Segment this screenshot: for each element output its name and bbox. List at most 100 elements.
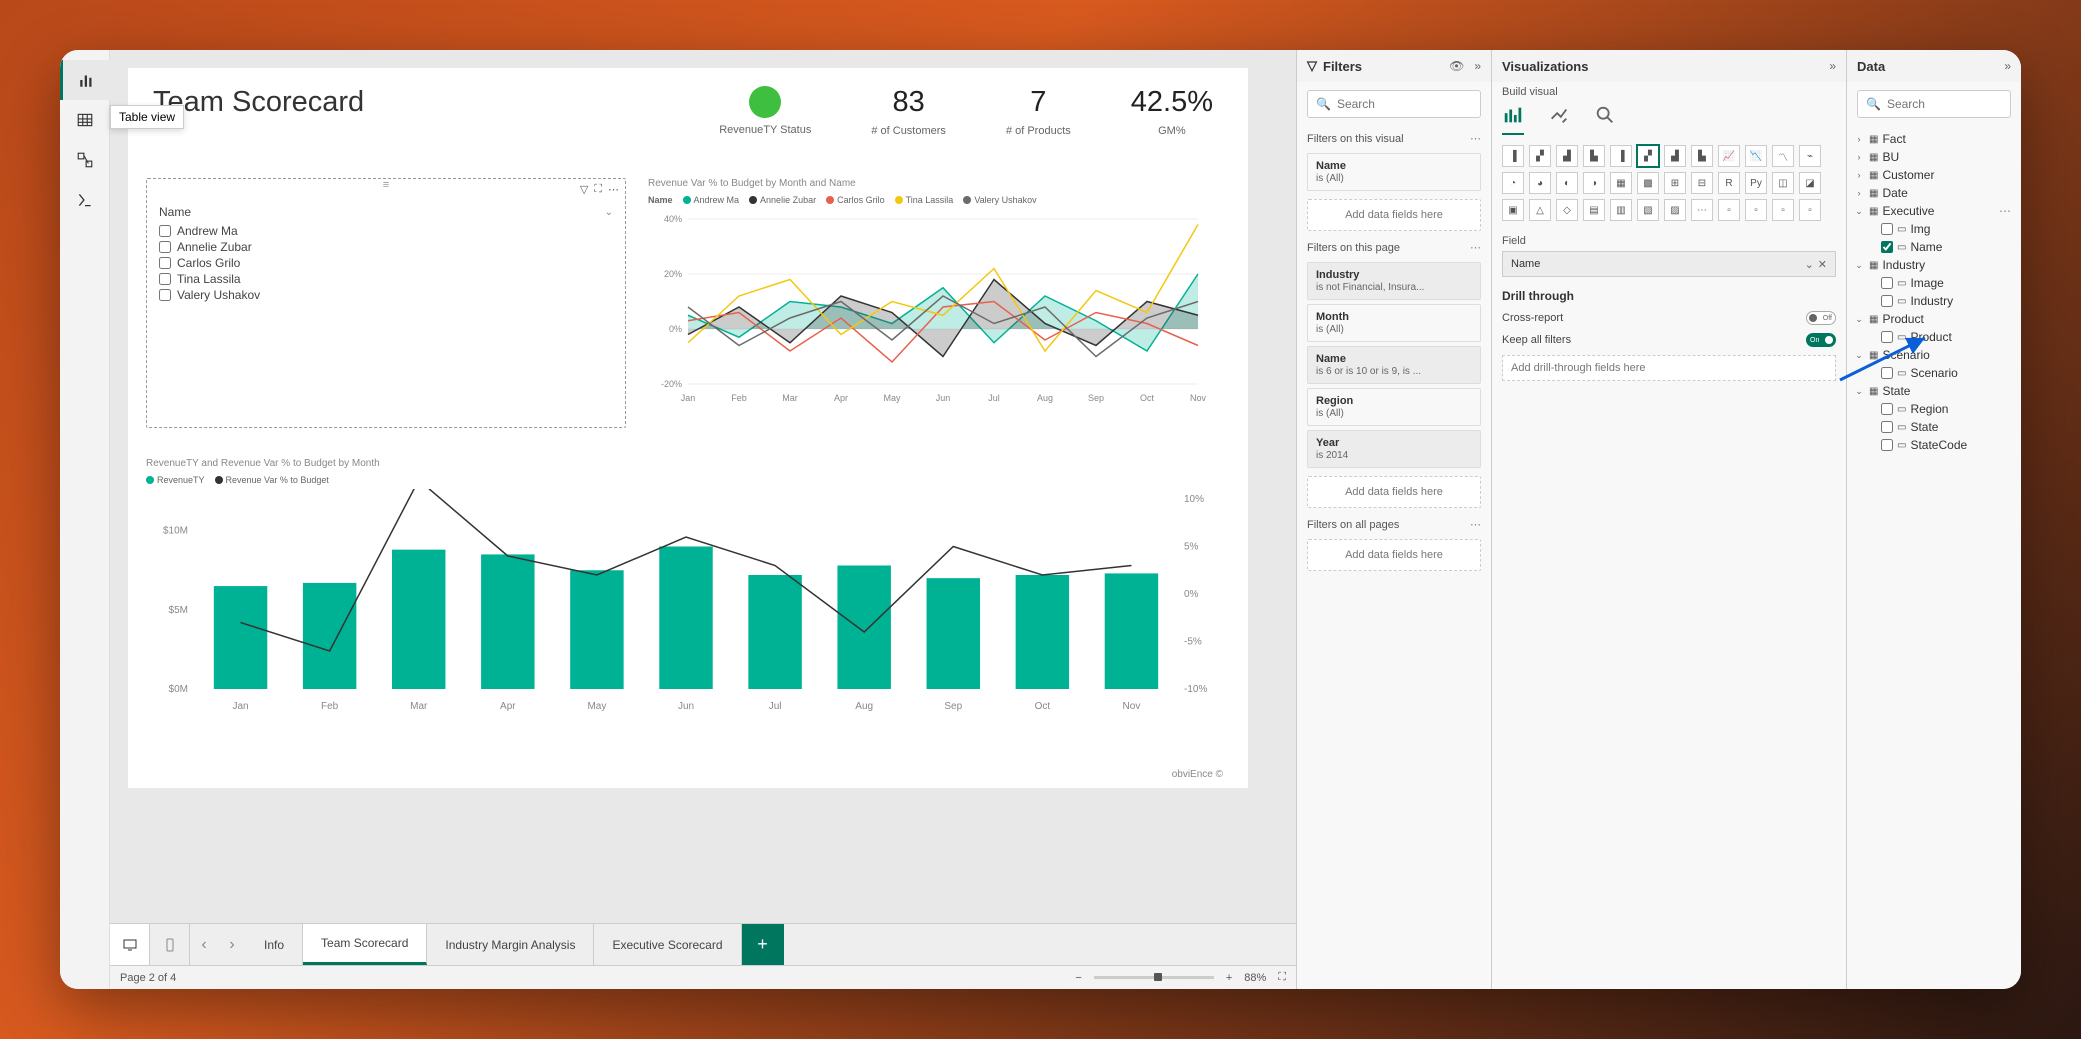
tab-info[interactable]: Info — [246, 924, 303, 965]
viz-type-tile[interactable]: ▫ — [1745, 199, 1767, 221]
field-region[interactable]: ▭Region — [1853, 400, 2015, 418]
field-image[interactable]: ▭Image — [1853, 274, 2015, 292]
viz-type-tile[interactable]: ▙ — [1691, 145, 1713, 167]
viz-type-tile[interactable]: ▧ — [1637, 199, 1659, 221]
table-product[interactable]: ⌄▦Product — [1853, 310, 2015, 328]
filter-card[interactable]: Nameis 6 or is 10 or is 9, is ... — [1307, 346, 1481, 384]
dots-icon[interactable]: ⋯ — [1470, 518, 1481, 531]
viz-type-tile[interactable]: ▤ — [1583, 199, 1605, 221]
field-statecode[interactable]: ▭StateCode — [1853, 436, 2015, 454]
slicer-item[interactable]: Carlos Grilo — [159, 255, 613, 271]
report-view-button[interactable] — [60, 60, 110, 100]
viz-type-tile[interactable]: ▐ — [1610, 145, 1632, 167]
revenue-var-line-chart[interactable]: Revenue Var % to Budget by Month and Nam… — [648, 178, 1228, 428]
field-scenario[interactable]: ▭Scenario — [1853, 364, 2015, 382]
slicer-item[interactable]: Valery Ushakov — [159, 287, 613, 303]
viz-type-tile[interactable]: ⌁ — [1799, 145, 1821, 167]
viz-type-tile[interactable]: ▥ — [1610, 199, 1632, 221]
format-visual-tab[interactable] — [1548, 104, 1570, 135]
dots-icon[interactable]: ⋯ — [1470, 241, 1481, 254]
collapse-icon[interactable]: » — [1474, 59, 1481, 73]
viz-type-tile[interactable]: ⋯ — [1691, 199, 1713, 221]
viz-type-tile[interactable]: △ — [1529, 199, 1551, 221]
table-fact[interactable]: ›▦Fact — [1853, 130, 2015, 148]
data-search[interactable]: 🔍 — [1857, 90, 2011, 118]
viz-type-tile[interactable]: R — [1718, 172, 1740, 194]
filter-card[interactable]: Yearis 2014 — [1307, 430, 1481, 468]
eye-icon[interactable]: 👁 — [1449, 59, 1464, 73]
viz-type-tile[interactable]: ▨ — [1664, 199, 1686, 221]
tab-prev[interactable]: ‹ — [190, 924, 218, 965]
keep-filters-toggle[interactable]: On — [1806, 333, 1836, 347]
viz-type-tile[interactable]: ▩ — [1637, 172, 1659, 194]
slicer-item[interactable]: Annelie Zubar — [159, 239, 613, 255]
viz-type-tile[interactable]: ▙ — [1583, 145, 1605, 167]
filters-search[interactable]: 🔍 — [1307, 90, 1481, 118]
viz-type-tile[interactable]: ◑ — [1583, 172, 1605, 194]
mobile-layout-button[interactable] — [150, 924, 190, 965]
table-scenario[interactable]: ⌄▦Scenario — [1853, 346, 2015, 364]
analytics-tab[interactable] — [1594, 104, 1616, 135]
dots-icon[interactable]: ⋯ — [1470, 132, 1481, 145]
add-page-filter[interactable]: Add data fields here — [1307, 476, 1481, 508]
viz-type-tile[interactable]: ▞ — [1529, 145, 1551, 167]
viz-type-tile[interactable]: ▞ — [1637, 145, 1659, 167]
viz-type-tile[interactable]: 〽 — [1772, 145, 1794, 167]
name-slicer[interactable]: ≡ ▽ ⛶ ⋯ Name⌄ Andrew Ma Annelie Zubar Ca… — [146, 178, 626, 428]
field-well-name[interactable]: Name ⌄✕ — [1502, 251, 1836, 277]
field-product[interactable]: ▭Product — [1853, 328, 2015, 346]
field-name[interactable]: ▭Name — [1853, 238, 2015, 256]
field-industry[interactable]: ▭Industry — [1853, 292, 2015, 310]
drill-through-well[interactable]: Add drill-through fields here — [1502, 355, 1836, 381]
viz-type-tile[interactable]: ▣ — [1502, 199, 1524, 221]
viz-type-tile[interactable]: ◪ — [1799, 172, 1821, 194]
viz-type-tile[interactable]: ▦ — [1610, 172, 1632, 194]
filters-search-input[interactable] — [1337, 97, 1492, 111]
viz-type-tile[interactable]: ◐ — [1556, 172, 1578, 194]
add-page-button[interactable]: + — [742, 924, 784, 965]
filter-icon[interactable]: ▽ — [580, 183, 588, 196]
add-visual-filter[interactable]: Add data fields here — [1307, 199, 1481, 231]
more-icon[interactable]: ⋯ — [608, 183, 619, 196]
zoom-slider[interactable] — [1094, 976, 1214, 979]
zoom-out[interactable]: − — [1075, 972, 1081, 984]
slicer-item[interactable]: Andrew Ma — [159, 223, 613, 239]
viz-type-tile[interactable]: ◇ — [1556, 199, 1578, 221]
build-visual-tab[interactable] — [1502, 104, 1524, 135]
zoom-in[interactable]: + — [1226, 972, 1232, 984]
field-img[interactable]: ▭Img — [1853, 220, 2015, 238]
focus-icon[interactable]: ⛶ — [594, 183, 602, 196]
viz-type-tile[interactable]: Py — [1745, 172, 1767, 194]
report-canvas[interactable]: Team Scorecard RevenueTY Status 83# of C… — [110, 50, 1296, 923]
revenue-combo-chart[interactable]: RevenueTY and Revenue Var % to Budget by… — [146, 458, 1228, 758]
viz-type-tile[interactable]: ▟ — [1556, 145, 1578, 167]
viz-type-tile[interactable]: ◔ — [1502, 172, 1524, 194]
viz-type-tile[interactable]: ▟ — [1664, 145, 1686, 167]
chevron-down-icon[interactable]: ⌄ — [605, 207, 613, 218]
grip-icon[interactable]: ≡ — [383, 179, 389, 197]
viz-type-tile[interactable]: 📈 — [1718, 145, 1740, 167]
viz-type-tile[interactable]: ▐ — [1502, 145, 1524, 167]
model-view-button[interactable] — [60, 140, 110, 180]
viz-type-tile[interactable]: ▫ — [1772, 199, 1794, 221]
viz-type-tile[interactable]: ▫ — [1799, 199, 1821, 221]
viz-type-tile[interactable]: ◫ — [1772, 172, 1794, 194]
desktop-layout-button[interactable] — [110, 924, 150, 965]
table-date[interactable]: ›▦Date — [1853, 184, 2015, 202]
table-view-button[interactable]: Table view — [60, 100, 110, 140]
remove-field-icon[interactable]: ✕ — [1818, 258, 1827, 271]
viz-type-tile[interactable]: ⊞ — [1664, 172, 1686, 194]
fit-page-icon[interactable]: ⛶ — [1278, 971, 1286, 984]
chevron-down-icon[interactable]: ⌄ — [1805, 258, 1814, 271]
collapse-icon[interactable]: » — [1829, 59, 1836, 73]
table-state[interactable]: ⌄▦State — [1853, 382, 2015, 400]
viz-type-tile[interactable]: 📉 — [1745, 145, 1767, 167]
viz-type-tile[interactable]: ⊟ — [1691, 172, 1713, 194]
table-executive[interactable]: ⌄▦Executive⋯ — [1853, 202, 2015, 220]
slicer-item[interactable]: Tina Lassila — [159, 271, 613, 287]
data-search-input[interactable] — [1887, 97, 2021, 111]
filter-card[interactable]: Monthis (All) — [1307, 304, 1481, 342]
filter-card[interactable]: Industryis not Financial, Insura... — [1307, 262, 1481, 300]
table-bu[interactable]: ›▦BU — [1853, 148, 2015, 166]
table-industry[interactable]: ⌄▦Industry — [1853, 256, 2015, 274]
